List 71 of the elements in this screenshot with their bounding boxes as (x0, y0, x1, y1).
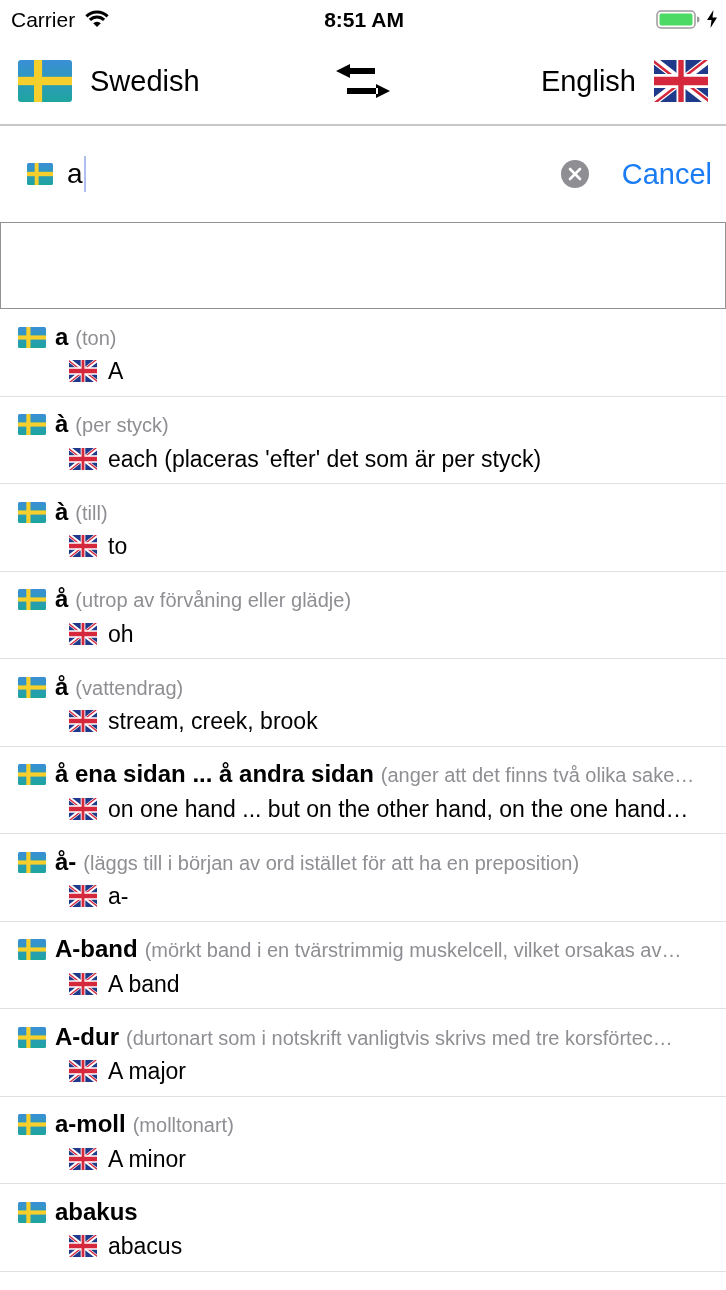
gloss-text: (durtonart som i notskrift vanligtvis skrivs med tre korsförtec… (126, 1025, 673, 1051)
headword: å (55, 585, 69, 613)
carrier-name: Carrier (11, 8, 76, 30)
sweden-flag-icon (18, 1114, 46, 1135)
sweden-flag-icon (18, 851, 46, 873)
headword: å ena sidan ... å andra sidan (55, 760, 374, 788)
uk-flag-icon (69, 622, 97, 645)
uk-flag-icon (69, 1060, 97, 1082)
headword: A-band (55, 935, 138, 963)
cancel-button[interactable]: Cancel (621, 159, 712, 189)
sweden-flag-icon (18, 60, 72, 102)
clock-time: 8:51 AM (324, 8, 404, 30)
target-language-button[interactable]: English (540, 60, 708, 102)
translation-text: each (placeras 'efter' det som är per styck) (108, 444, 542, 473)
translation-text: A minor (108, 1144, 186, 1173)
gloss-text: (ton) (75, 325, 117, 351)
sweden-flag-icon (18, 414, 46, 435)
translation-text: A (108, 357, 124, 385)
gloss-text: (anger att det finns två olika sake… (380, 763, 695, 788)
uk-flag-icon (69, 710, 97, 732)
translation-text: a- (108, 882, 129, 910)
headword: abakus (55, 1198, 138, 1226)
source-language-button[interactable]: Swedish (18, 60, 200, 102)
translation-text: to (108, 532, 128, 560)
uk-flag-icon (69, 885, 97, 907)
headword: à (55, 497, 69, 526)
translation-text: stream, creek, brook (108, 707, 318, 735)
sweden-flag-icon (18, 501, 46, 523)
gloss-text: (molltonart) (132, 1113, 234, 1138)
gloss-text: (läggs till i början av ord istället för att ha en preposition) (83, 850, 580, 876)
sweden-flag-icon (18, 939, 46, 960)
text-cursor (83, 156, 86, 192)
clear-button[interactable] (560, 160, 589, 188)
sweden-flag-icon (27, 163, 53, 185)
gloss-text: (utrop av förvåning eller glädje) (75, 588, 352, 613)
gloss-text: (vattendrag) (75, 675, 184, 701)
headword: å- (55, 847, 77, 876)
uk-flag-icon (69, 1235, 97, 1257)
translation-text: A band (108, 969, 180, 998)
uk-flag-icon (69, 360, 97, 382)
sweden-flag-icon (18, 764, 46, 785)
uk-flag-icon (69, 1147, 97, 1170)
sweden-flag-icon (18, 1201, 46, 1223)
headword: A-dur (55, 1022, 119, 1051)
uk-flag-icon (69, 797, 97, 820)
swap-button[interactable] (336, 64, 390, 98)
charging-bolt-icon (707, 10, 717, 28)
uk-flag-icon (69, 972, 97, 995)
sweden-flag-icon (18, 326, 46, 348)
headword: à (55, 410, 69, 438)
gloss-text: (per styck) (75, 413, 169, 438)
translation-text: on one hand ... but on the other hand, on the one hand… (108, 794, 689, 823)
uk-flag-icon (69, 447, 97, 470)
translation-text: abacus (108, 1232, 183, 1260)
gloss-text: (till) (75, 500, 108, 526)
uk-flag-icon (654, 60, 708, 102)
sweden-flag-icon (18, 589, 46, 610)
translation-text: oh (108, 619, 134, 648)
gloss-text: (mörkt band i en tvärstrimmig muskelcell, vilket orsakas av… (144, 938, 682, 963)
search-field[interactable]: a (67, 149, 551, 199)
swap-arrows-icon (336, 64, 390, 98)
translation-text: A major (108, 1057, 186, 1085)
sweden-flag-icon (18, 1026, 46, 1048)
uk-flag-icon (69, 535, 97, 557)
headword: å (55, 672, 69, 701)
sweden-flag-icon (18, 676, 46, 698)
headword: a (55, 322, 69, 351)
clear-icon (560, 160, 589, 188)
wifi-icon (85, 10, 110, 28)
headword: a-moll (55, 1110, 126, 1138)
battery-icon (656, 9, 700, 29)
